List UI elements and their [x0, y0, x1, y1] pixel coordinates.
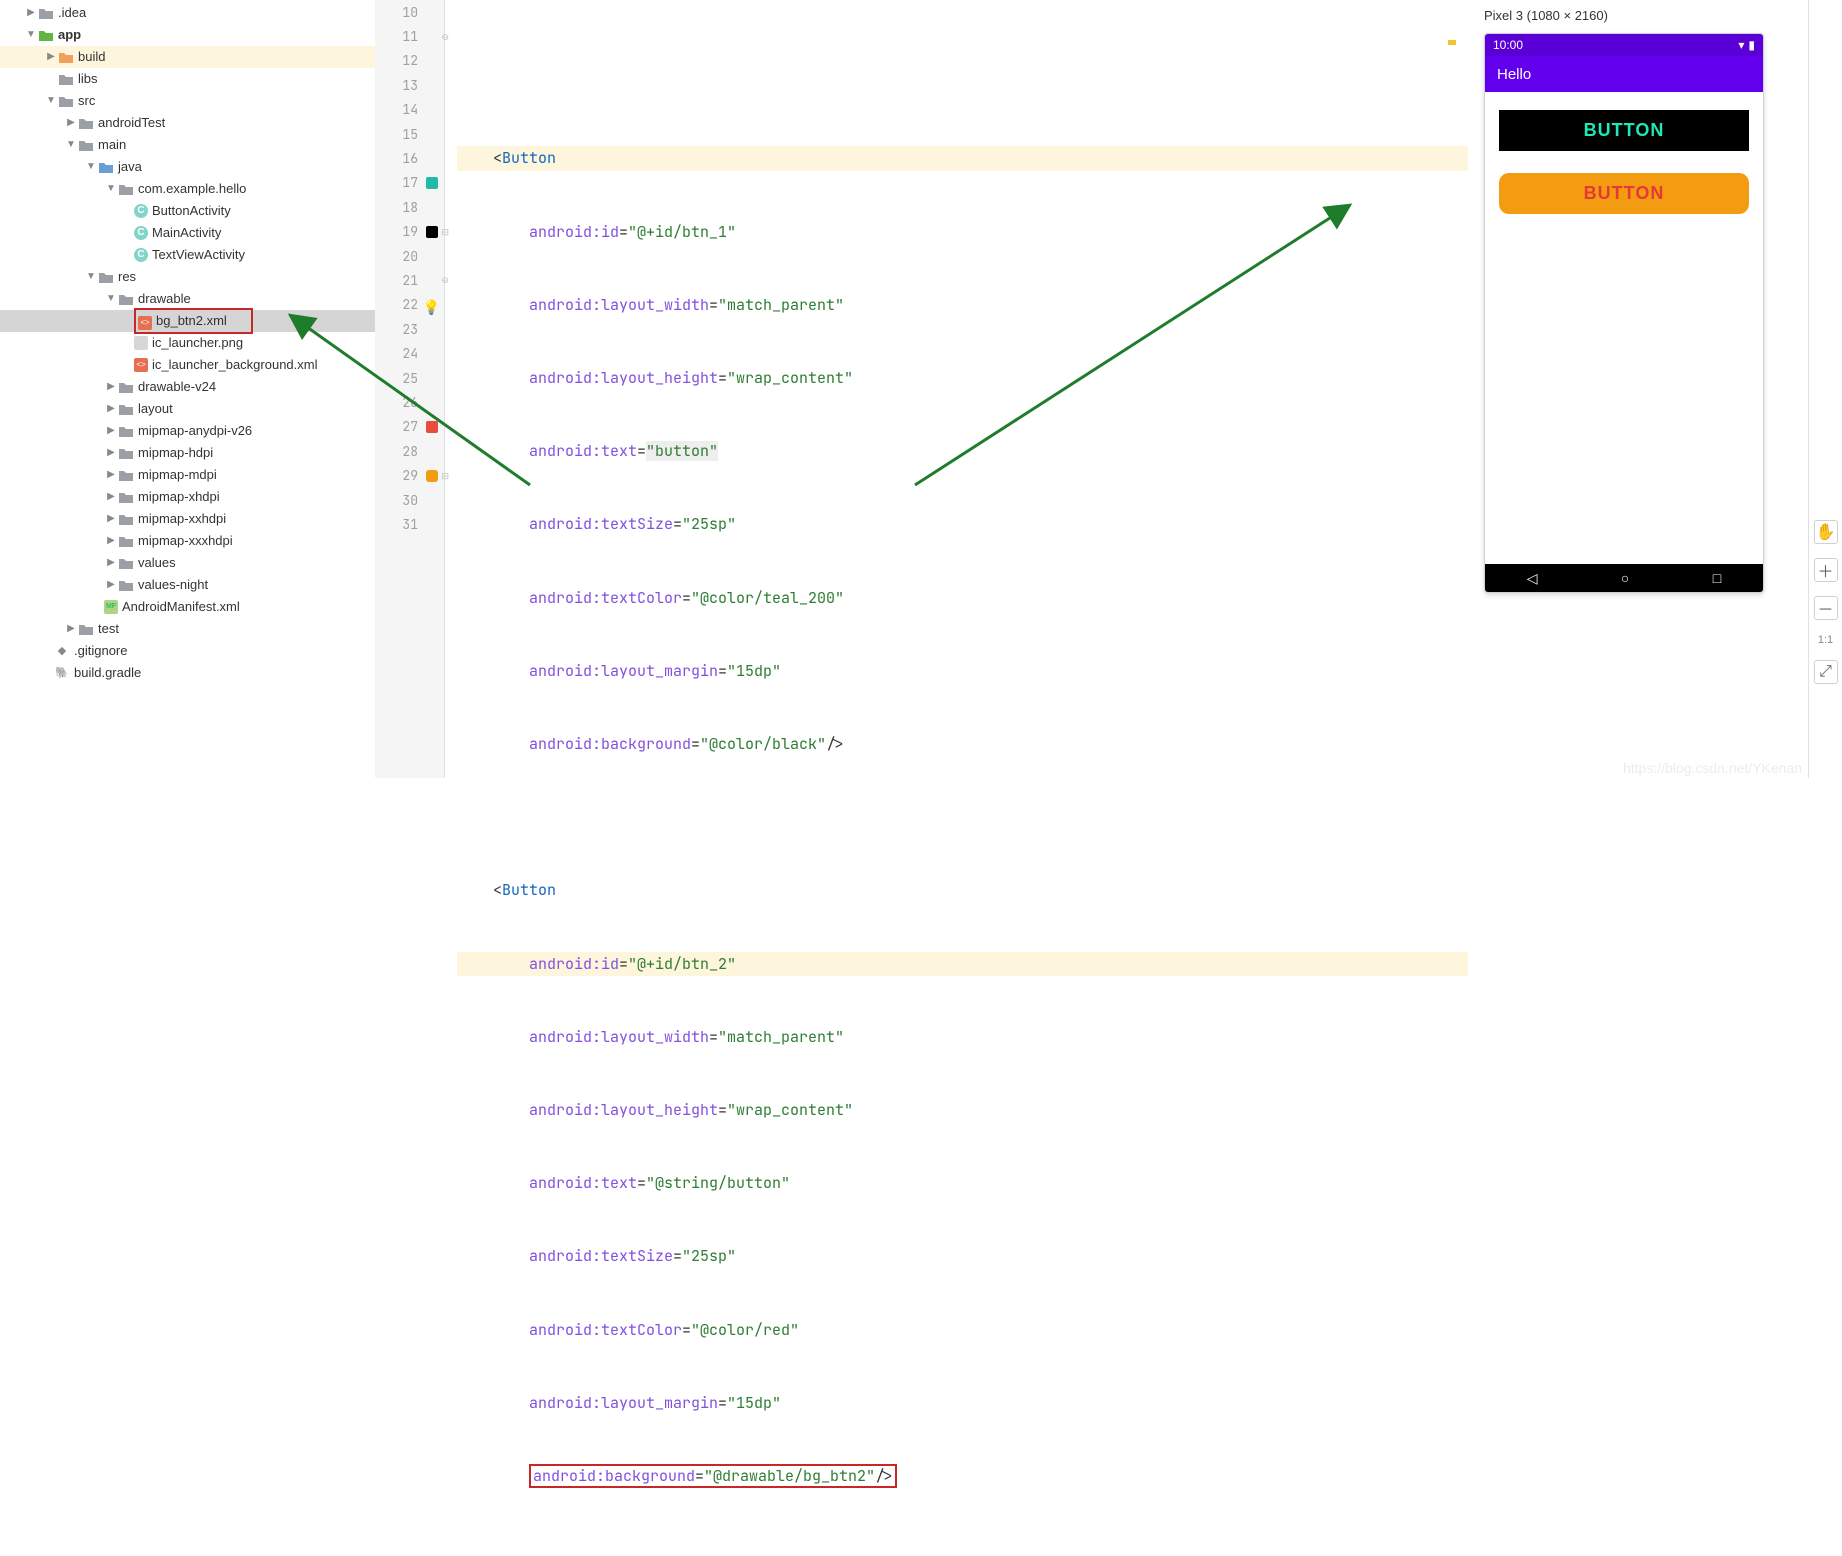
tree-item[interactable]: .gitignore [74, 640, 127, 662]
nav-back-icon[interactable]: ◁ [1527, 570, 1538, 587]
tree-item[interactable]: mipmap-anydpi-v26 [138, 420, 252, 442]
tree-item[interactable]: ic_launcher_background.xml [152, 354, 317, 376]
tree-item[interactable]: com.example.hello [138, 178, 246, 200]
zoom-ratio: 1:1 [1818, 634, 1833, 646]
tree-item[interactable]: values [138, 552, 176, 574]
tree-item[interactable]: .idea [58, 2, 86, 24]
lightbulb-icon[interactable]: 💡 [423, 299, 440, 311]
preview-button-2[interactable]: BUTTON [1499, 173, 1749, 214]
watermark: https://blog.csdn.net/YKenan [1623, 760, 1802, 776]
android-nav-bar: ◁ ○ □ [1485, 564, 1763, 592]
highlighted-file: <>bg_btn2.xml [134, 308, 253, 334]
tree-item[interactable]: mipmap-xhdpi [138, 486, 220, 508]
layout-preview: Pixel 3 (1080 × 2160) 10:00 ▾▮ Hello BUT… [1468, 0, 1808, 778]
tree-item[interactable]: ButtonActivity [152, 200, 231, 222]
tree-item[interactable]: drawable [138, 288, 191, 310]
tree-item-app[interactable]: app [58, 24, 81, 46]
device-frame: 10:00 ▾▮ Hello BUTTON BUTTON ◁ ○ □ [1484, 33, 1764, 593]
wifi-icon: ▾ [1738, 38, 1744, 52]
battery-icon: ▮ [1748, 38, 1755, 52]
tree-item[interactable]: drawable-v24 [138, 376, 216, 398]
tree-item[interactable]: mipmap-xxhdpi [138, 508, 226, 530]
tree-item[interactable]: libs [78, 68, 98, 90]
tree-item[interactable]: res [118, 266, 136, 288]
nav-recent-icon[interactable]: □ [1713, 570, 1721, 586]
zoom-tools: ✋ ＋ － 1:1 ⤢ [1808, 0, 1842, 778]
tree-item[interactable]: src [78, 90, 95, 112]
tree-item[interactable]: TextViewActivity [152, 244, 245, 266]
code-editor[interactable]: <Button android:id="@+id/btn_1" android:… [445, 0, 1468, 778]
tree-item[interactable]: MainActivity [152, 222, 221, 244]
gutter-color-swatch[interactable] [426, 226, 438, 238]
gutter-color-swatch[interactable] [426, 177, 438, 189]
gutter-color-swatch[interactable] [426, 470, 438, 482]
project-tree[interactable]: ▶.idea ▼app ▶build libs ▼src ▶androidTes… [0, 0, 375, 778]
preview-button-1[interactable]: BUTTON [1499, 110, 1749, 151]
tree-item[interactable]: mipmap-mdpi [138, 464, 217, 486]
gutter-color-swatch[interactable] [426, 421, 438, 433]
tree-item[interactable]: AndroidManifest.xml [122, 596, 240, 618]
nav-home-icon[interactable]: ○ [1621, 570, 1629, 586]
zoom-out-button[interactable]: － [1814, 596, 1838, 620]
warning-stripe-icon [1448, 40, 1456, 45]
tree-item[interactable]: build.gradle [74, 662, 141, 684]
status-icons: ▾▮ [1734, 38, 1755, 52]
tree-item[interactable]: ic_launcher.png [152, 332, 243, 354]
zoom-in-button[interactable]: ＋ [1814, 558, 1838, 582]
editor-gutter[interactable]: 1011⊖1213141516171819⊟2021⊖22💡2324252627… [375, 0, 445, 778]
tree-item[interactable]: mipmap-xxxhdpi [138, 530, 233, 552]
tree-item[interactable]: main [98, 134, 126, 156]
status-clock: 10:00 [1493, 38, 1523, 52]
zoom-fit-button[interactable]: ⤢ [1814, 660, 1838, 684]
tree-item[interactable]: build [78, 46, 105, 68]
tree-item[interactable]: mipmap-hdpi [138, 442, 213, 464]
tree-item[interactable]: java [118, 156, 142, 178]
tree-item[interactable]: layout [138, 398, 173, 420]
tree-item[interactable]: values-night [138, 574, 208, 596]
tree-item[interactable]: androidTest [98, 112, 165, 134]
app-title: Hello [1497, 66, 1531, 83]
pan-tool-button[interactable]: ✋ [1814, 520, 1838, 544]
tree-item-selected[interactable]: bg_btn2.xml [156, 313, 227, 328]
highlighted-code: android:background="@drawable/bg_btn2"/> [529, 1464, 897, 1488]
tree-item[interactable]: test [98, 618, 119, 640]
device-label: Pixel 3 (1080 × 2160) [1484, 8, 1792, 23]
